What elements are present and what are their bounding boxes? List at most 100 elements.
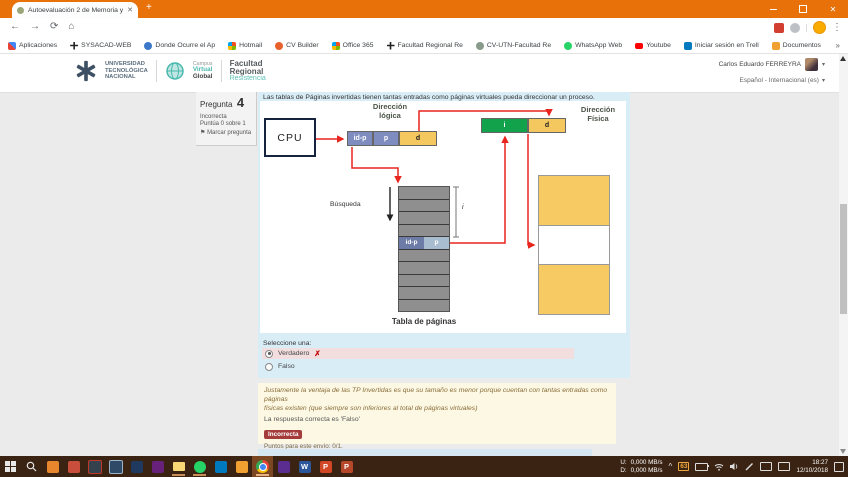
taskbar-chrome[interactable]	[252, 456, 273, 477]
utn-asterisk-icon	[387, 42, 395, 50]
feedback-panel: Justamente la ventaja de las TP Invertid…	[258, 383, 616, 444]
pen-icon[interactable]	[745, 462, 754, 471]
forward-icon[interactable]: →	[30, 21, 40, 32]
taskbar-app-video[interactable]	[42, 456, 63, 477]
new-tab-button[interactable]: +	[146, 2, 152, 13]
taskbar-app-store[interactable]	[63, 456, 84, 477]
start-button[interactable]	[0, 456, 21, 477]
taskbar-app-purple[interactable]	[273, 456, 294, 477]
user-menu[interactable]: Carlos Eduardo FERREYRA ▾	[719, 58, 825, 71]
reload-icon[interactable]: ⟳	[50, 21, 58, 32]
back-icon[interactable]: ←	[10, 21, 20, 32]
bookmark-apps[interactable]: Aplicaciones	[8, 42, 57, 50]
option-verdadero[interactable]: Verdadero ✗	[262, 348, 574, 359]
bookmark-sysacad[interactable]: SYSACAD-WEB	[70, 42, 131, 50]
bookmark-cv-builder[interactable]: CV Builder	[275, 42, 319, 50]
diagram-arrows	[260, 101, 626, 333]
correct-answer-text: La respuesta correcta es 'Falso'	[264, 416, 610, 423]
extension-icon[interactable]	[790, 23, 800, 33]
divider	[221, 60, 222, 82]
documents-icon	[772, 42, 780, 50]
campus-virtual-global: Campus Virtual Global	[193, 62, 213, 81]
next-question-block	[258, 449, 592, 456]
wifi-icon[interactable]	[714, 463, 724, 471]
flag-question-link[interactable]: ⚑ Marcar pregunta	[200, 129, 252, 136]
bookmarks-bar: Aplicaciones SYSACAD-WEB Donde Ocurre el…	[0, 38, 848, 54]
radio-selected[interactable]	[265, 350, 273, 358]
bookmark-donde-ocurre[interactable]: Donde Ocurre el Ap	[144, 42, 215, 50]
bookmark-cv-utn[interactable]: CV-UTN-Facultad Re	[476, 42, 551, 50]
close-button[interactable]: ✕	[818, 0, 848, 18]
select-one-prompt: Seleccione una:	[263, 340, 311, 347]
minimize-icon	[770, 9, 777, 10]
home-icon[interactable]: ⌂	[68, 21, 74, 32]
tab-title: Autoevaluación 2 de Memoria y	[28, 7, 123, 14]
bookmark-whatsapp[interactable]: WhatsApp Web	[564, 42, 622, 50]
option-falso[interactable]: Falso	[262, 361, 574, 372]
taskbar: W P P U:0,000 MB/s D:0,000 MB/s ^ 63 18:…	[0, 456, 848, 477]
taskbar-publisher[interactable]: P	[336, 456, 357, 477]
scrollbar[interactable]	[839, 54, 848, 456]
option-label: Verdadero	[278, 350, 309, 357]
action-center-icon[interactable]	[834, 462, 844, 472]
language-label: Español - Internacional (es)	[739, 77, 819, 84]
bookmark-documentos[interactable]: Documentos	[772, 42, 821, 50]
scroll-thumb[interactable]	[840, 204, 847, 314]
tab-close-icon[interactable]: ✕	[127, 6, 133, 14]
microsoft-icon	[228, 42, 236, 50]
maximize-icon	[799, 5, 807, 13]
screen: Autoevaluación 2 de Memoria y ✕ + ✕ ← → …	[0, 0, 848, 477]
scroll-down-icon[interactable]	[840, 449, 846, 454]
taskbar-app-grid[interactable]	[231, 456, 252, 477]
inverted-page-table-diagram: Dirección lógica Dirección Física CPU id…	[260, 101, 626, 333]
scroll-up-icon[interactable]	[840, 56, 846, 61]
taskbar-app-pc[interactable]	[105, 456, 126, 477]
bookmark-trello[interactable]: Iniciar sesión en Trell	[684, 42, 759, 50]
adblock-extension-icon[interactable]	[774, 23, 784, 33]
taskbar-app-photos[interactable]	[84, 456, 105, 477]
clock-widget[interactable]: 18:27 12/10/2018	[796, 459, 828, 475]
blue-app-icon	[144, 42, 152, 50]
apps-grid-icon	[8, 42, 16, 50]
keyboard-icon[interactable]	[760, 462, 772, 471]
bookmark-hotmail[interactable]: Hotmail	[228, 42, 262, 50]
browser-toolbar: ← → ⟳ ⌂ ⓘ No seguro frre.cvg.utn.edu.ar/…	[0, 18, 848, 38]
question-grade: Puntúa 0 sobre 1	[200, 121, 252, 127]
bookmark-facultad[interactable]: Facultad Regional Re	[387, 42, 463, 50]
bookmark-youtube[interactable]: Youtube	[635, 42, 671, 49]
language-selector[interactable]: Español - Internacional (es) ▾	[719, 77, 825, 84]
tray-expand-icon[interactable]: ^	[668, 462, 672, 471]
taskbar-app-visualstudio[interactable]	[147, 456, 168, 477]
divider	[806, 24, 807, 32]
flag-icon: ⚑	[200, 130, 205, 136]
taskbar-app-mail[interactable]	[126, 456, 147, 477]
youtube-icon	[635, 43, 643, 49]
taskbar-word[interactable]: W	[294, 456, 315, 477]
date: 12/10/2018	[796, 467, 828, 475]
speaker-icon[interactable]	[730, 462, 739, 471]
chevron-down-icon: ▾	[822, 77, 825, 84]
user-name: Carlos Eduardo FERREYRA	[719, 61, 801, 68]
taskbar-file-explorer[interactable]	[168, 456, 189, 477]
battery-icon[interactable]	[695, 463, 708, 471]
browser-profile-avatar[interactable]	[813, 21, 826, 34]
temperature-widget[interactable]: 63	[678, 462, 689, 471]
network-speed-widget[interactable]: U:0,000 MB/s D:0,000 MB/s	[620, 459, 662, 475]
browser-menu-icon[interactable]: ⋮	[832, 22, 842, 33]
question-state: Incorrecta	[200, 114, 252, 120]
taskbar-powerpoint[interactable]: P	[315, 456, 336, 477]
browser-tab[interactable]: Autoevaluación 2 de Memoria y ✕	[12, 2, 138, 18]
taskbar-whatsapp[interactable]	[189, 456, 210, 477]
site-header: UNIVERSIDAD TECNOLÓGICA NACIONAL Campus …	[0, 54, 839, 93]
touchpad-icon[interactable]	[778, 462, 790, 471]
divider	[156, 60, 157, 82]
maximize-button[interactable]	[788, 0, 818, 18]
taskbar-trello[interactable]	[210, 456, 231, 477]
minimize-button[interactable]	[758, 0, 788, 18]
taskbar-search-icon[interactable]	[21, 456, 42, 477]
bookmark-office365[interactable]: Office 365	[332, 42, 374, 50]
radio-unselected[interactable]	[265, 363, 273, 371]
campus-globe-icon	[165, 61, 185, 81]
university-name: UNIVERSIDAD TECNOLÓGICA NACIONAL	[105, 61, 148, 80]
bookmarks-overflow-icon[interactable]: »	[836, 41, 840, 50]
